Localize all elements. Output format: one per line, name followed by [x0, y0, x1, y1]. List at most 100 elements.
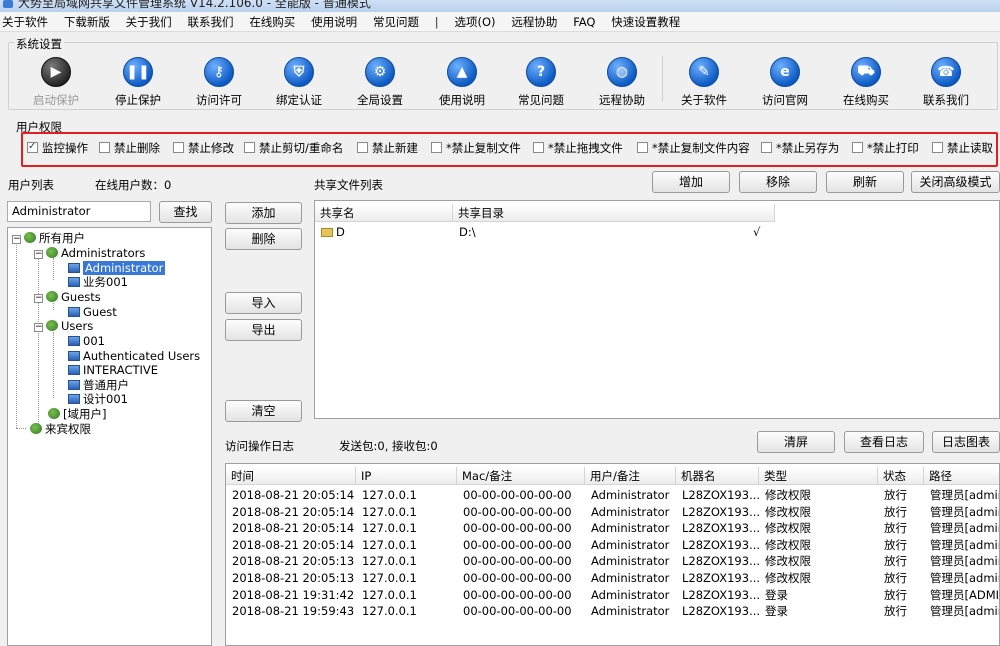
col-type[interactable]: 类型 [759, 467, 878, 485]
access-log-table[interactable]: 时间 IP Mac/备注 用户/备注 机器名 类型 状态 路径 2018-08-… [225, 463, 1000, 646]
menu-faq-cn[interactable]: 常见问题 [373, 12, 419, 32]
log-row[interactable]: 2018-08-21 19:31:42 127.0.0.1 00-00-00-00-… [226, 587, 1000, 603]
menu-remote-help[interactable]: 远程协助 [511, 12, 557, 32]
perm-no-save-as[interactable]: *禁止另存为 [761, 141, 839, 155]
menu-about-us[interactable]: 关于我们 [126, 12, 172, 32]
perm-no-modify[interactable]: 禁止修改 [173, 141, 234, 155]
perm-monitor[interactable]: 监控操作 [27, 140, 88, 155]
perm-no-create[interactable]: 禁止新建 [357, 141, 418, 155]
tree-user-administrator[interactable]: Administrator [68, 261, 166, 275]
menu-quick-tutorial[interactable]: 快速设置教程 [611, 12, 680, 32]
collapse-icon[interactable]: − [34, 250, 43, 259]
col-time[interactable]: 时间 [226, 467, 356, 485]
global-settings-button[interactable]: ⚙ 全局设置 [343, 57, 417, 107]
close-advanced-mode-button[interactable]: 关闭高级模式 [911, 171, 1000, 193]
col-path[interactable]: 路径 [924, 467, 999, 485]
col-machine[interactable]: 机器名 [676, 467, 759, 485]
find-button[interactable]: 查找 [159, 201, 212, 223]
tree-group-administrators[interactable]: − Administrators [34, 246, 145, 260]
delete-user-button[interactable]: 删除 [225, 228, 302, 250]
tree-domain-users[interactable]: [域用户] [48, 407, 106, 421]
tree-user-guest[interactable]: Guest [68, 305, 117, 319]
buy-online-button[interactable]: ⛟ 在线购买 [829, 57, 903, 107]
user-search-input[interactable]: Administrator [7, 201, 151, 222]
log-ip: 127.0.0.1 [362, 604, 417, 619]
log-row[interactable]: 2018-08-21 20:05:13 127.0.0.1 00-00-00-00-… [226, 553, 999, 569]
remote-help-button[interactable]: ◍ 远程协助 [585, 57, 659, 107]
log-row[interactable]: 2018-08-21 19:59:43 127.0.0.1 00-00-00-00-… [226, 603, 999, 619]
col-share-name[interactable]: 共享名 [315, 204, 453, 222]
share-refresh-button[interactable]: 刷新 [826, 171, 904, 193]
tree-user-interactive[interactable]: INTERACTIVE [68, 363, 158, 377]
user-tree[interactable]: − 所有用户 − Administrators Administrator 业务00… [7, 227, 212, 646]
log-row[interactable]: 2018-08-21 20:05:14 127.0.0.1 00-00-00-00-… [226, 520, 999, 536]
menu-options[interactable]: 选项(O) [455, 12, 496, 32]
perm-no-cut-rename[interactable]: 禁止剪切/重命名 [244, 141, 343, 155]
log-machine: L28ZOX193... [682, 554, 761, 569]
log-row[interactable]: 2018-08-21 20:05:14 127.0.0.1 00-00-00-00-… [226, 537, 999, 553]
import-button[interactable]: 导入 [225, 292, 302, 314]
tree-user-design001[interactable]: 设计001 [68, 392, 128, 406]
log-row[interactable]: 2018-08-21 20:05:13 127.0.0.1 00-00-00-00-… [226, 570, 999, 586]
col-share-dir[interactable]: 共享目录 [453, 204, 775, 222]
faq-button[interactable]: ? 常见问题 [504, 57, 578, 107]
perm-label: 禁止剪切/重命名 [259, 141, 344, 155]
about-software-button[interactable]: ✎ 关于软件 [667, 57, 741, 107]
col-status[interactable]: 状态 [878, 467, 924, 485]
col-user[interactable]: 用户/备注 [585, 467, 676, 485]
view-log-button[interactable]: 查看日志 [844, 431, 924, 453]
menu-manual[interactable]: 使用说明 [311, 12, 357, 32]
perm-no-copy-file[interactable]: *禁止复制文件 [431, 141, 521, 155]
tree-user-normal[interactable]: 普通用户 [68, 378, 129, 392]
share-remove-button[interactable]: 移除 [739, 171, 817, 193]
col-ip[interactable]: IP [356, 467, 457, 485]
tree-group-guests[interactable]: − Guests [34, 290, 101, 304]
share-add-button[interactable]: 增加 [652, 171, 730, 193]
share-row[interactable]: D D:\ √ [315, 224, 775, 240]
perm-no-delete[interactable]: 禁止删除 [99, 141, 160, 155]
col-mac[interactable]: Mac/备注 [457, 467, 585, 485]
checkbox-icon [27, 140, 38, 154]
menu-about-software[interactable]: 关于软件 [2, 12, 48, 32]
start-protection-button[interactable]: ▶ 启动保护 [19, 57, 93, 107]
menu-buy-online[interactable]: 在线购买 [249, 12, 295, 32]
log-row[interactable]: 2018-08-21 20:05:14 127.0.0.1 00-00-00-00-… [226, 504, 999, 520]
visit-website-button[interactable]: e 访问官网 [748, 57, 822, 107]
clear-users-button[interactable]: 清空 [225, 400, 302, 422]
perm-no-drag-file[interactable]: *禁止拖拽文件 [533, 141, 623, 155]
log-type: 登录 [765, 604, 788, 619]
perm-no-read[interactable]: 禁止读取 [932, 141, 993, 155]
gear-icon: ⚙ [365, 57, 395, 87]
export-button[interactable]: 导出 [225, 319, 302, 341]
tree-group-users[interactable]: − Users [34, 319, 93, 333]
bind-auth-button[interactable]: ⛨ 绑定认证 [262, 57, 336, 107]
collapse-icon[interactable]: − [34, 323, 43, 332]
tree-label: Administrators [61, 246, 146, 260]
collapse-icon[interactable]: − [12, 235, 21, 244]
tree-user-authenticated-users[interactable]: Authenticated Users [68, 349, 200, 363]
contact-us-button[interactable]: ☎ 联系我们 [909, 57, 983, 107]
log-ip: 127.0.0.1 [362, 554, 417, 569]
log-path: 管理员[ADMIN] [930, 587, 1000, 602]
tree-user-001[interactable]: 001 [68, 334, 105, 348]
perm-no-copy-content[interactable]: *禁止复制文件内容 [637, 141, 750, 155]
tree-guest-permission[interactable]: 来宾权限 [30, 422, 91, 436]
tree-user-yewu001[interactable]: 业务001 [68, 275, 128, 289]
menu-contact[interactable]: 联系我们 [187, 12, 233, 32]
share-list[interactable]: 共享名 共享目录 D D:\ √ [314, 200, 1000, 419]
menu-faq[interactable]: FAQ [573, 12, 595, 32]
tree-root-all-users[interactable]: − 所有用户 [12, 231, 85, 245]
share-row-path: D:\ [459, 225, 476, 239]
stop-protection-button[interactable]: ❚❚ 停止保护 [101, 57, 175, 107]
manual-button[interactable]: ▲ 使用说明 [425, 57, 499, 107]
collapse-icon[interactable]: − [34, 294, 43, 303]
log-row[interactable]: 2018-08-21 20:05:14 127.0.0.1 00-00-00-00-… [226, 487, 999, 503]
access-permission-button[interactable]: ⚷ 访问许可 [182, 57, 256, 107]
log-user: Administrator [591, 504, 670, 519]
menu-download[interactable]: 下载新版 [64, 12, 110, 32]
log-ip: 127.0.0.1 [362, 537, 417, 552]
add-user-button[interactable]: 添加 [225, 202, 302, 224]
perm-no-print[interactable]: *禁止打印 [852, 141, 919, 155]
clear-screen-button[interactable]: 清屏 [757, 431, 835, 453]
log-chart-button[interactable]: 日志图表 [932, 431, 1000, 453]
